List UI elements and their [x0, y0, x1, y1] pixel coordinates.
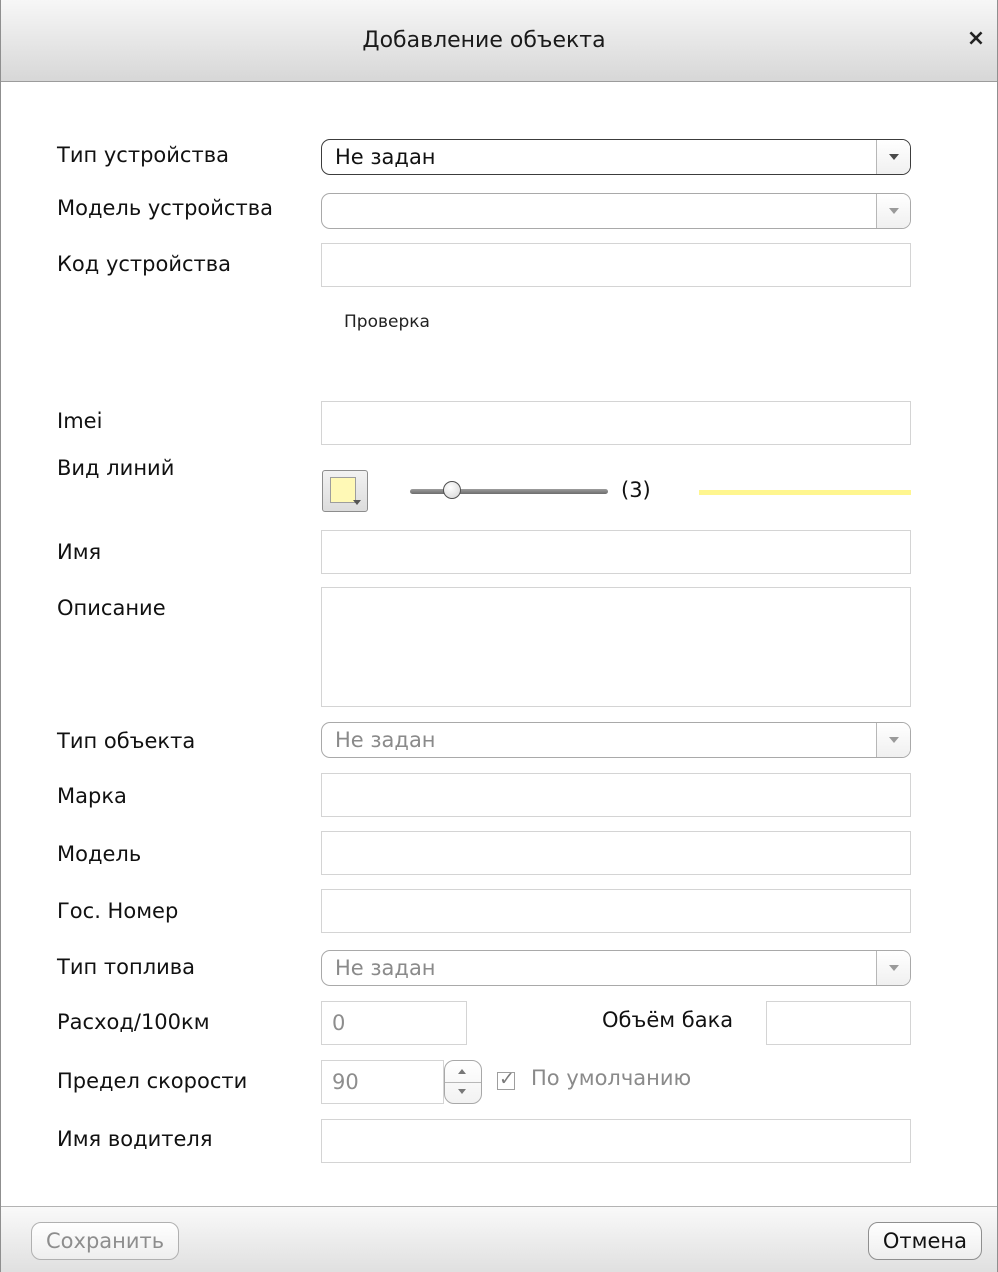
- dialog-footer: Сохранить Отмена: [1, 1206, 997, 1272]
- device-type-value: Не задан: [335, 145, 436, 169]
- chevron-down-icon[interactable]: [876, 140, 910, 174]
- device-code-label: Код устройства: [57, 252, 232, 276]
- device-model-select[interactable]: [321, 193, 911, 229]
- line-preview: [699, 490, 911, 495]
- line-color-picker[interactable]: [322, 470, 368, 512]
- line-style-label: Вид линий: [57, 456, 175, 480]
- model-label: Модель: [57, 842, 142, 866]
- fuel-type-value: Не задан: [335, 956, 436, 980]
- chevron-down-icon[interactable]: [876, 723, 910, 757]
- description-textarea[interactable]: [321, 587, 911, 707]
- license-plate-input[interactable]: [321, 889, 911, 933]
- default-speed-checkbox[interactable]: ✓: [497, 1068, 515, 1090]
- default-speed-label: По умолчанию: [531, 1066, 692, 1090]
- dialog-title: Добавление объекта: [362, 28, 606, 53]
- license-plate-label: Гос. Номер: [57, 899, 179, 923]
- cancel-button[interactable]: Отмена: [867, 1222, 982, 1260]
- object-type-label: Тип объекта: [57, 729, 196, 753]
- fuel-consumption-label: Расход/100км: [57, 1010, 210, 1034]
- fuel-type-select[interactable]: Не задан: [321, 950, 911, 986]
- slider-thumb[interactable]: [443, 481, 461, 499]
- imei-input[interactable]: [321, 401, 911, 445]
- speed-limit-value: 90: [332, 1070, 359, 1094]
- model-input[interactable]: [321, 831, 911, 875]
- device-type-label: Тип устройства: [57, 143, 229, 167]
- speed-limit-input[interactable]: 90: [321, 1060, 444, 1104]
- description-label: Описание: [57, 596, 166, 620]
- brand-input[interactable]: [321, 773, 911, 817]
- device-type-select[interactable]: Не задан: [321, 139, 911, 175]
- check-icon: ✓: [499, 1068, 515, 1090]
- fuel-consumption-input[interactable]: 0: [321, 1001, 467, 1045]
- close-icon[interactable]: ×: [965, 28, 987, 50]
- save-button[interactable]: Сохранить: [31, 1222, 180, 1260]
- dialog-titlebar: Добавление объекта ×: [1, 0, 997, 82]
- dropdown-arrow-icon: [353, 500, 361, 505]
- speed-limit-spinner[interactable]: [444, 1060, 482, 1104]
- brand-label: Марка: [57, 784, 127, 808]
- fuel-consumption-value: 0: [332, 1011, 346, 1035]
- verify-link[interactable]: Проверка: [344, 312, 430, 332]
- spinner-down-icon[interactable]: [445, 1082, 481, 1103]
- object-type-select[interactable]: Не задан: [321, 722, 911, 758]
- driver-name-label: Имя водителя: [57, 1127, 213, 1151]
- tank-volume-input[interactable]: [766, 1001, 911, 1045]
- chevron-down-icon[interactable]: [876, 194, 910, 228]
- speed-limit-label: Предел скорости: [57, 1069, 248, 1093]
- name-input[interactable]: [321, 530, 911, 574]
- add-object-dialog: Добавление объекта × Тип устройства Не з…: [0, 0, 998, 1272]
- chevron-down-icon[interactable]: [876, 951, 910, 985]
- object-type-value: Не задан: [335, 728, 436, 752]
- line-thickness-slider[interactable]: [410, 489, 608, 494]
- imei-label: Imei: [57, 409, 103, 433]
- driver-name-input[interactable]: [321, 1119, 911, 1163]
- line-thickness-value: (3): [621, 478, 651, 502]
- name-label: Имя: [57, 540, 102, 564]
- fuel-type-label: Тип топлива: [57, 955, 196, 979]
- device-code-input[interactable]: [321, 243, 911, 287]
- device-model-label: Модель устройства: [57, 196, 273, 220]
- spinner-up-icon[interactable]: [445, 1061, 481, 1083]
- tank-volume-label: Объём бака: [602, 1008, 734, 1032]
